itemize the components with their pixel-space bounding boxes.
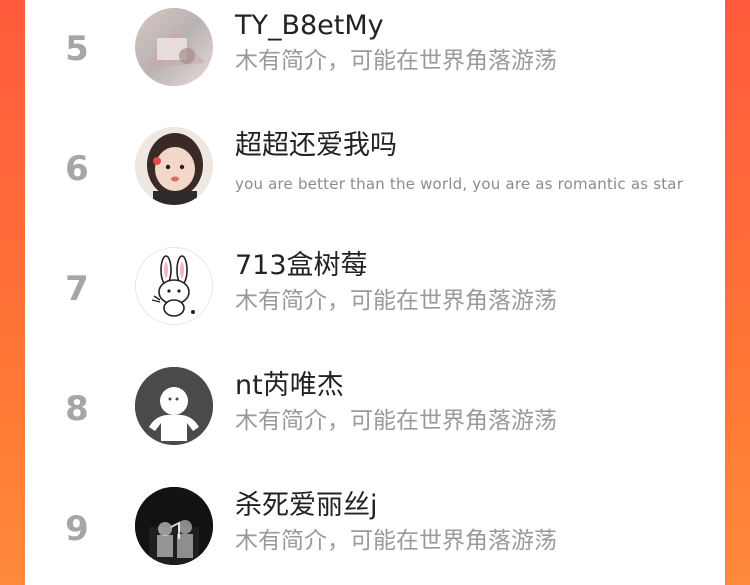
photo-avatar-icon[interactable] — [135, 8, 213, 86]
rank-number: 7 — [65, 269, 89, 309]
user-bio: you are better than the world, you are a… — [235, 175, 684, 193]
rank-number: 9 — [65, 509, 89, 549]
user-bio: 木有简介，可能在世界角落游荡 — [235, 528, 557, 554]
list-item[interactable]: 5 TY_B8etMy 木有简介，可能在世界角落游荡 — [25, 0, 725, 102]
rank-number: 8 — [65, 389, 89, 429]
list-item[interactable]: 8 nt芮唯杰 木有简介，可能在世界角落游荡 — [25, 352, 725, 462]
default-user-avatar-icon[interactable] — [135, 367, 213, 445]
user-name[interactable]: 杀死爱丽丝j — [235, 490, 378, 522]
rank-number: 6 — [65, 149, 89, 189]
bunny-avatar-icon[interactable] — [135, 247, 213, 325]
user-bio: 木有简介，可能在世界角落游荡 — [235, 408, 557, 434]
user-name[interactable]: TY_B8etMy — [235, 10, 384, 42]
user-bio: 木有简介，可能在世界角落游荡 — [235, 288, 557, 314]
dark-photo-avatar-icon[interactable] — [135, 487, 213, 565]
list-item[interactable]: 6 超超还爱我吗 you are better than the world, … — [25, 112, 725, 222]
girl-photo-avatar-icon[interactable] — [135, 127, 213, 205]
list-item[interactable]: 9 杀死爱丽丝j 木有简介，可能在世界角落游荡 — [25, 472, 725, 582]
user-name[interactable]: 713盒树莓 — [235, 250, 368, 282]
user-bio: 木有简介，可能在世界角落游荡 — [235, 48, 557, 74]
user-name[interactable]: 超超还爱我吗 — [235, 130, 397, 162]
user-name[interactable]: nt芮唯杰 — [235, 370, 344, 402]
rank-number: 5 — [65, 29, 89, 69]
list-item[interactable]: 7 713盒树莓 木有简介，可能在世界角落游荡 — [25, 232, 725, 342]
ranking-list-panel: 5 TY_B8etMy 木有简介，可能在世界角落游荡 6 超超还爱我吗 you … — [25, 0, 725, 585]
